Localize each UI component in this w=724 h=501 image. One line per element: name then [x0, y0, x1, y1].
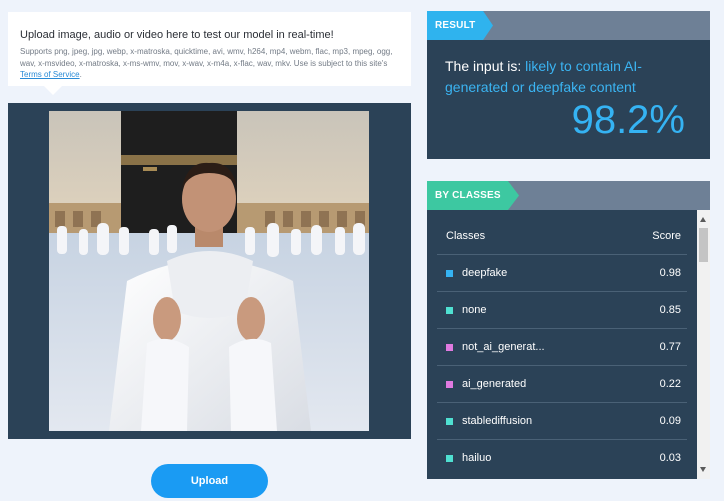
- upload-title: Upload image, audio or video here to tes…: [20, 29, 334, 41]
- table-row: deepfake 0.98: [437, 254, 687, 291]
- class-score: 0.77: [659, 341, 681, 353]
- class-score: 0.09: [659, 415, 681, 427]
- table-row: none 0.85: [437, 291, 687, 328]
- class-color-swatch: [446, 343, 453, 351]
- class-name: deepfake: [462, 267, 508, 279]
- image-preview-panel: [8, 103, 411, 439]
- table-row: ai_generated 0.22: [437, 365, 687, 402]
- classes-header: BY CLASSES: [427, 181, 710, 210]
- class-name: ai_generated: [462, 378, 527, 390]
- class-name: stablediffusion: [462, 415, 533, 427]
- result-statement: The input is: likely to contain AI-gener…: [445, 56, 695, 98]
- class-name: not_ai_generat...: [462, 341, 545, 353]
- class-name: none: [462, 304, 487, 316]
- upload-button[interactable]: Upload: [151, 464, 268, 498]
- supported-formats-text: Supports png, jpeg, jpg, webp, x-matrosk…: [20, 47, 393, 68]
- result-percentage: 98.2%: [571, 98, 685, 142]
- class-name: hailuo: [462, 452, 492, 464]
- callout-pointer: [44, 86, 62, 95]
- result-header: RESULT: [427, 11, 710, 40]
- result-prefix: The input is:: [445, 58, 526, 74]
- supported-formats: Supports png, jpeg, jpg, webp, x-matrosk…: [20, 46, 399, 81]
- class-score: 0.85: [659, 304, 681, 316]
- table-row: stablediffusion 0.09: [437, 402, 687, 439]
- table-row: not_ai_generat... 0.77: [437, 328, 687, 365]
- classes-scrollbar[interactable]: [697, 210, 710, 479]
- table-row: hailuo 0.03: [437, 439, 687, 476]
- classes-card: BY CLASSES Classes Score deepfake 0.98 n…: [427, 181, 710, 479]
- class-color-swatch: [446, 454, 453, 462]
- classes-table-header: Classes Score: [437, 230, 687, 242]
- class-color-swatch: [446, 269, 453, 277]
- classes-tag: BY CLASSES: [427, 181, 519, 210]
- class-score: 0.22: [659, 378, 681, 390]
- scroll-up-arrow-icon[interactable]: [700, 217, 706, 222]
- class-score: 0.98: [659, 267, 681, 279]
- class-color-swatch: [446, 417, 453, 425]
- class-color-swatch: [446, 380, 453, 388]
- result-card: RESULT The input is: likely to contain A…: [427, 11, 710, 159]
- scroll-thumb[interactable]: [699, 228, 708, 262]
- class-score: 0.03: [659, 452, 681, 464]
- scroll-down-arrow-icon[interactable]: [700, 467, 706, 472]
- classes-list: deepfake 0.98 none 0.85 not_ai_generat..…: [437, 254, 687, 476]
- tos-suffix: .: [79, 70, 82, 79]
- uploaded-image: [49, 111, 369, 431]
- column-classes: Classes: [446, 230, 486, 242]
- result-tag: RESULT: [427, 11, 493, 40]
- terms-of-service-link[interactable]: Terms of Service: [20, 70, 80, 79]
- upload-info-box: Upload image, audio or video here to tes…: [8, 12, 411, 95]
- class-color-swatch: [446, 306, 453, 314]
- column-score: Score: [652, 230, 681, 242]
